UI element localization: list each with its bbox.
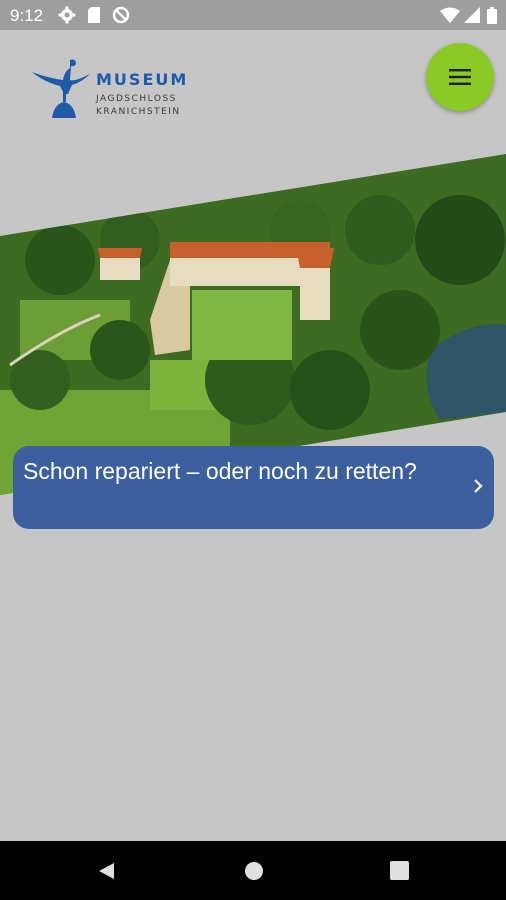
menu-button[interactable]	[426, 43, 494, 111]
system-nav-bar	[0, 841, 506, 900]
promo-card[interactable]: Schon repariert – oder noch zu retten?	[13, 446, 494, 529]
chevron-right-icon	[474, 479, 483, 493]
logo-subtitle-line2: KRANICHSTEIN	[96, 107, 181, 117]
battery-icon	[487, 7, 497, 24]
logo-title: MUSEUM	[96, 70, 189, 89]
sd-card-icon	[88, 7, 100, 23]
promo-card-title: Schon repariert – oder noch zu retten?	[23, 458, 417, 484]
wifi-icon	[440, 7, 460, 23]
data-saver-icon	[112, 6, 130, 24]
status-time: 9:12	[10, 6, 44, 25]
hamburger-menu-icon	[449, 69, 471, 85]
logo-subtitle-line1: JAGDSCHLOSS	[96, 94, 177, 104]
crane-logo-icon	[32, 59, 90, 118]
recents-icon[interactable]	[390, 861, 409, 880]
cell-signal-icon	[464, 7, 480, 23]
home-icon[interactable]	[244, 861, 264, 881]
status-bar: 9:12	[0, 0, 506, 30]
back-icon[interactable]	[96, 861, 116, 881]
settings-gear-icon	[58, 6, 76, 24]
museum-logo[interactable]: MUSEUM JAGDSCHLOSS KRANICHSTEIN	[30, 58, 190, 120]
